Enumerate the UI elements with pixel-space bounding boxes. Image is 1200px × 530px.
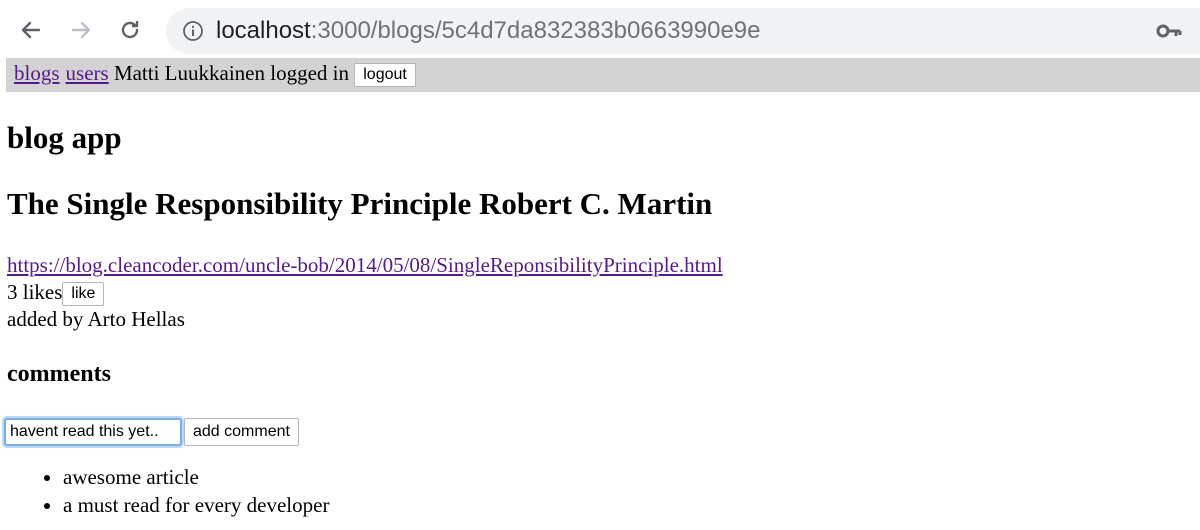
comments-list: awesome article a must read for every de…: [0, 463, 329, 519]
users-link[interactable]: users: [66, 61, 109, 85]
reload-icon[interactable]: [117, 17, 143, 43]
page-content: blogs users Matti Luukkainen logged in lo…: [0, 58, 1200, 530]
add-comment-button[interactable]: add comment: [184, 418, 299, 446]
blog-url-link[interactable]: https://blog.cleancoder.com/uncle-bob/20…: [7, 253, 723, 278]
back-arrow-icon[interactable]: [18, 17, 44, 43]
browser-toolbar: localhost:3000/blogs/5c4d7da832383b06639…: [0, 0, 1200, 58]
navigation-menu: blogs users Matti Luukkainen logged in lo…: [6, 58, 1200, 92]
key-icon[interactable]: [1156, 20, 1182, 47]
blogs-link[interactable]: blogs: [14, 61, 60, 85]
like-button[interactable]: like: [62, 282, 105, 307]
address-bar[interactable]: localhost:3000/blogs/5c4d7da832383b06639…: [166, 8, 1200, 54]
likes-count: 3 likes: [7, 280, 63, 304]
likes-row: 3 likes like: [7, 280, 105, 307]
comment-input[interactable]: [4, 418, 182, 446]
info-icon[interactable]: [182, 20, 204, 42]
app-title: blog app: [7, 120, 122, 155]
blog-title: The Single Responsibility Principle Robe…: [7, 186, 713, 221]
comments-title: comments: [7, 361, 111, 387]
url-text: localhost:3000/blogs/5c4d7da832383b06639…: [216, 17, 761, 45]
added-by: added by Arto Hellas: [7, 307, 185, 331]
comment-item: a must read for every developer: [63, 491, 329, 519]
forward-arrow-icon[interactable]: [68, 17, 94, 43]
logged-in-status: Matti Luukkainen logged in: [113, 61, 349, 85]
comment-form: add comment: [4, 418, 299, 446]
url-host: localhost: [216, 17, 311, 44]
url-path: :3000/blogs/5c4d7da832383b0663990e9e: [310, 17, 761, 44]
logout-button[interactable]: logout: [354, 63, 416, 88]
comment-item: awesome article: [63, 463, 329, 491]
